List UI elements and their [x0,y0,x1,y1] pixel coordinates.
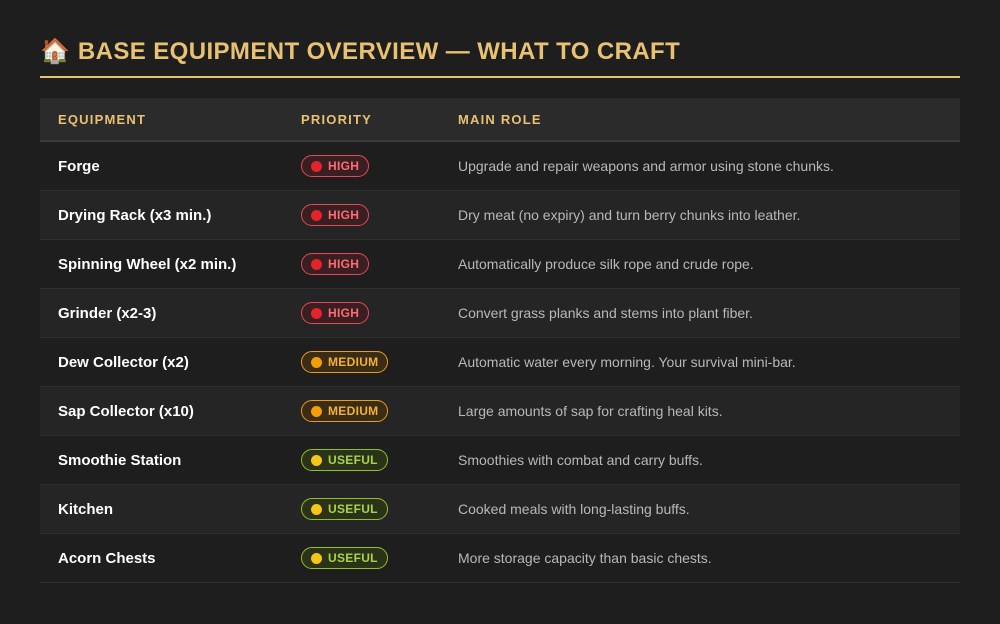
priority-badge: HIGH [301,302,370,324]
main-role-text: Smoothies with combat and carry buffs. [458,452,703,468]
main-role-text: Dry meat (no expiry) and turn berry chun… [458,207,801,223]
priority-badge: HIGH [301,155,370,177]
priority-dot-icon [311,454,322,466]
priority-dot-icon [311,307,322,319]
equipment-name: Spinning Wheel (x2 min.) [58,255,237,273]
table-row: Sap Collector (x10) MEDIUM Large amounts o… [40,387,960,436]
priority-dot-icon [311,552,322,564]
priority-badge: USEFUL [301,547,388,569]
main-role-text: More storage capacity than basic chests. [458,550,712,566]
priority-cell: USEFUL [301,449,458,471]
house-icon: 🏠 [40,38,70,65]
main-role-text: Automatically produce silk rope and crud… [458,256,754,272]
table-row: Smoothie Station USEFUL Smoothies with com… [40,436,960,485]
priority-cell: MEDIUM [301,351,458,373]
column-header-main-role: MAIN ROLE [458,111,542,127]
priority-dot-icon [311,356,322,368]
table-row: Dew Collector (x2) MEDIUM Automatic water … [40,338,960,387]
priority-label: HIGH [328,306,360,320]
page-title: BASE EQUIPMENT OVERVIEW — WHAT TO CRAFT [77,38,681,65]
table-row: Grinder (x2-3) HIGH Convert grass planks a… [40,289,960,338]
main-role-text: Upgrade and repair weapons and armor usi… [458,158,834,174]
priority-cell: HIGH [301,155,458,177]
priority-dot-icon [311,258,322,270]
table-body: Forge HIGH Upgrade and repair weapons and … [40,142,960,583]
priority-cell: HIGH [301,253,458,275]
table-header: EQUIPMENT PRIORITY MAIN ROLE [40,98,960,142]
page-header: 🏠 BASE EQUIPMENT OVERVIEW — WHAT TO CRAF… [40,38,960,78]
priority-cell: USEFUL [301,547,458,569]
priority-badge: HIGH [301,204,370,226]
equipment-name: Drying Rack (x3 min.) [58,206,212,224]
priority-label: HIGH [328,159,360,173]
table-row: Spinning Wheel (x2 min.) HIGH Automaticall… [40,240,960,289]
priority-cell: HIGH [301,302,458,324]
column-header-equipment: EQUIPMENT [58,111,147,127]
priority-label: MEDIUM [328,355,379,369]
priority-dot-icon [311,503,322,515]
equipment-name: Smoothie Station [58,451,182,469]
main-role-text: Cooked meals with long-lasting buffs. [458,501,690,517]
priority-badge: MEDIUM [301,400,389,422]
priority-label: HIGH [328,257,360,271]
priority-cell: MEDIUM [301,400,458,422]
main-role-text: Automatic water every morning. Your surv… [458,354,796,370]
equipment-table: EQUIPMENT PRIORITY MAIN ROLE Forge HIGH Up… [40,98,960,583]
main-role-text: Convert grass planks and stems into plan… [458,305,753,321]
equipment-name: Grinder (x2-3) [58,304,157,322]
main-role-text: Large amounts of sap for crafting heal k… [458,403,723,419]
priority-label: HIGH [328,208,360,222]
page: 🏠 BASE EQUIPMENT OVERVIEW — WHAT TO CRAF… [0,0,1000,624]
priority-badge: USEFUL [301,449,388,471]
priority-dot-icon [311,405,322,417]
column-header-priority: PRIORITY [301,111,372,127]
priority-label: MEDIUM [328,404,379,418]
equipment-name: Kitchen [58,500,114,518]
priority-cell: HIGH [301,204,458,226]
table-row: Drying Rack (x3 min.) HIGH Dry meat (no ex… [40,191,960,240]
priority-label: USEFUL [328,551,378,565]
priority-dot-icon [311,209,322,221]
priority-badge: MEDIUM [301,351,389,373]
equipment-name: Acorn Chests [58,549,156,567]
table-row: Acorn Chests USEFUL More storage capacity … [40,534,960,583]
equipment-name: Sap Collector (x10) [58,402,194,420]
priority-cell: USEFUL [301,498,458,520]
priority-dot-icon [311,160,322,172]
priority-label: USEFUL [328,502,378,516]
table-row: Forge HIGH Upgrade and repair weapons and … [40,142,960,191]
table-row: Kitchen USEFUL Cooked meals with long-last… [40,485,960,534]
priority-badge: HIGH [301,253,370,275]
equipment-name: Forge [58,157,100,175]
equipment-name: Dew Collector (x2) [58,353,189,371]
priority-label: USEFUL [328,453,378,467]
priority-badge: USEFUL [301,498,388,520]
